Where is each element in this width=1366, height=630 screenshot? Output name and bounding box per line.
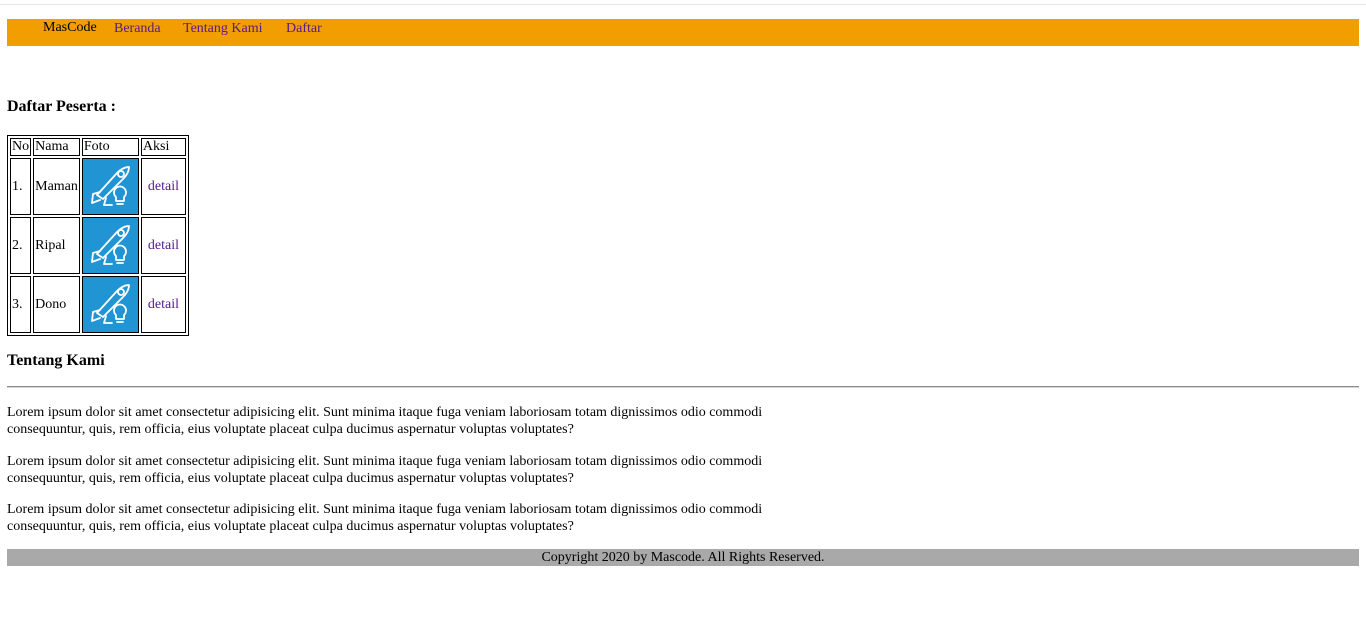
brand-logo: MasCode <box>43 20 97 35</box>
top-divider <box>0 4 1366 5</box>
peserta-heading: Daftar Peserta : <box>7 98 116 115</box>
about-heading: Tentang Kami <box>7 352 105 369</box>
about-paragraph: Lorem ipsum dolor sit amet consectetur a… <box>7 454 763 486</box>
table-header-row: No Nama Foto Aksi <box>10 138 186 156</box>
row-nama: Ripal <box>33 217 80 274</box>
detail-link[interactable]: detail <box>148 179 179 194</box>
row-nama: Maman <box>33 158 80 215</box>
rocket-icon <box>82 277 138 332</box>
column-header-aksi: Aksi <box>140 138 186 156</box>
column-header-foto: Foto <box>81 138 139 156</box>
detail-link[interactable]: detail <box>148 238 179 253</box>
nav-link-beranda[interactable]: Beranda <box>114 21 161 37</box>
footer: Copyright 2020 by Mascode. All Rights Re… <box>7 549 1359 566</box>
row-no: 1. <box>10 158 32 215</box>
row-no: 2. <box>10 217 32 274</box>
rocket-icon <box>82 218 138 273</box>
row-aksi: detail <box>140 217 186 274</box>
row-aksi: detail <box>140 276 186 333</box>
about-paragraph: Lorem ipsum dolor sit amet consectetur a… <box>7 502 763 534</box>
peserta-table: No Nama Foto Aksi 1. Maman detail 2. Rip… <box>7 135 189 336</box>
row-foto <box>81 217 139 274</box>
column-header-nama: Nama <box>33 138 80 156</box>
row-nama: Dono <box>33 276 80 333</box>
copyright-text: Copyright 2020 by Mascode. All Rights Re… <box>541 550 825 565</box>
navbar: MasCode Beranda Tentang Kami Daftar <box>7 19 1359 46</box>
column-header-no: No <box>10 138 32 156</box>
row-aksi: detail <box>140 158 186 215</box>
table-row: 2. Ripal detail <box>10 217 186 274</box>
table-row: 1. Maman detail <box>10 158 186 215</box>
row-foto <box>81 276 139 333</box>
row-foto <box>81 158 139 215</box>
section-divider <box>7 386 1359 388</box>
rocket-icon <box>82 159 138 214</box>
nav-link-tentang-kami[interactable]: Tentang Kami <box>183 21 263 37</box>
row-no: 3. <box>10 276 32 333</box>
detail-link[interactable]: detail <box>148 297 179 312</box>
table-row: 3. Dono detail <box>10 276 186 333</box>
nav-link-daftar[interactable]: Daftar <box>286 21 322 37</box>
about-paragraph: Lorem ipsum dolor sit amet consectetur a… <box>7 405 763 437</box>
